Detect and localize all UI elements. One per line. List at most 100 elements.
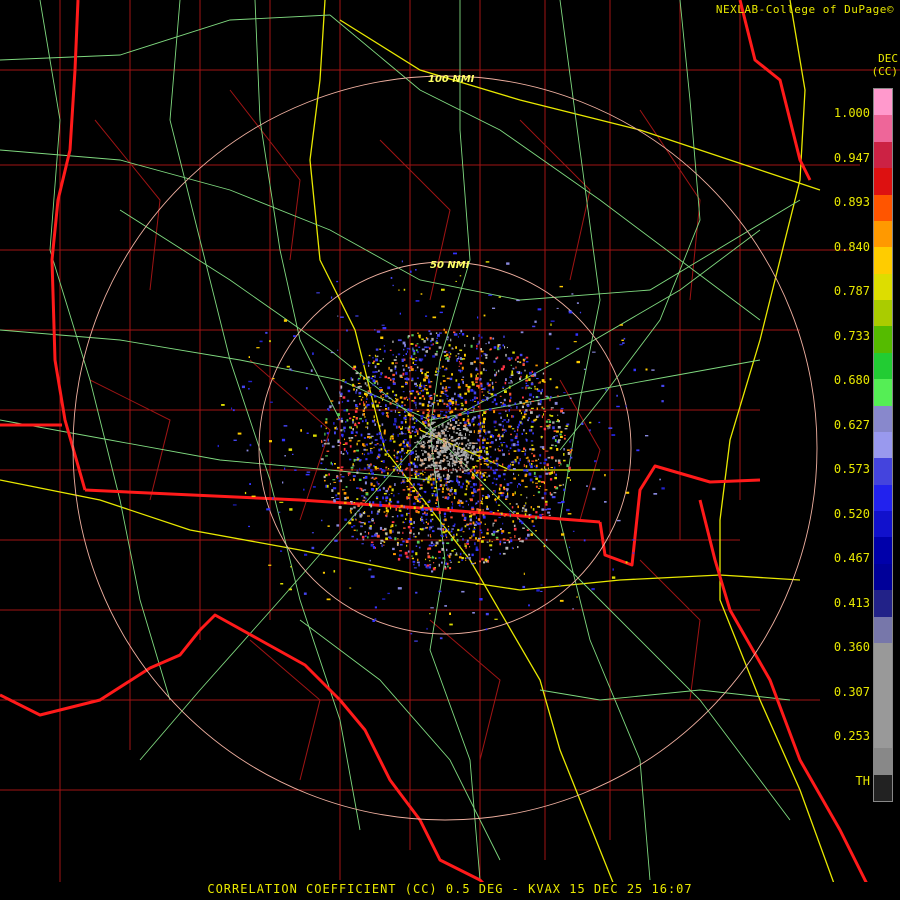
echo-pixel xyxy=(420,415,424,418)
echo-pixel xyxy=(364,531,366,533)
echo-pixel xyxy=(424,354,427,357)
echo-pixel xyxy=(535,459,538,462)
echo-pixel xyxy=(427,547,429,551)
echo-pixel xyxy=(380,448,383,451)
echo-pixel xyxy=(462,506,465,508)
echo-pixel xyxy=(330,400,334,402)
echo-pixel xyxy=(543,545,546,548)
echo-pixel xyxy=(446,548,448,552)
echo-pixel xyxy=(410,343,413,345)
echo-pixel xyxy=(520,331,524,334)
echo-pixel xyxy=(396,515,399,518)
echo-pixel xyxy=(455,469,457,471)
echo-pixel xyxy=(414,471,417,474)
echo-pixel xyxy=(552,421,555,424)
echo-pixel xyxy=(325,484,327,488)
echo-pixel xyxy=(379,501,382,504)
echo-pixel xyxy=(456,533,458,536)
echo-pixel xyxy=(387,487,390,491)
echo-pixel xyxy=(521,510,524,512)
echo-pixel xyxy=(453,496,456,500)
echo-pixel xyxy=(535,477,538,480)
echo-pixel xyxy=(447,481,451,483)
echo-pixel xyxy=(294,469,297,471)
echo-pixel xyxy=(429,564,432,566)
echo-pixel xyxy=(522,527,525,529)
echo-pixel xyxy=(407,526,411,529)
echo-pixel xyxy=(483,436,485,440)
echo-pixel xyxy=(550,456,554,459)
echo-pixel xyxy=(525,361,529,363)
echo-pixel xyxy=(402,440,405,443)
echo-pixel xyxy=(472,513,476,516)
echo-pixel xyxy=(504,381,507,385)
echo-pixel xyxy=(444,369,447,371)
echo-pixel xyxy=(394,466,396,469)
echo-pixel xyxy=(443,432,445,435)
echo-pixel xyxy=(395,355,397,358)
echo-pixel xyxy=(446,356,449,360)
echo-pixel xyxy=(522,396,524,399)
echo-pixel xyxy=(425,388,428,391)
echo-pixel xyxy=(464,344,466,347)
echo-pixel xyxy=(438,417,440,419)
echo-pixel xyxy=(389,402,392,405)
echo-pixel xyxy=(480,421,482,425)
echo-pixel xyxy=(443,328,445,331)
echo-pixel xyxy=(460,402,463,404)
echo-pixel xyxy=(336,524,340,527)
echo-pixel xyxy=(563,437,566,440)
echo-pixel xyxy=(562,483,564,486)
echo-pixel xyxy=(411,334,414,337)
echo-pixel xyxy=(490,466,493,470)
echo-pixel xyxy=(501,512,503,515)
echo-pixel xyxy=(538,403,542,406)
echo-pixel xyxy=(376,498,378,500)
echo-pixel xyxy=(336,477,339,479)
echo-pixel xyxy=(378,409,381,411)
echo-pixel xyxy=(463,458,465,461)
echo-pixel xyxy=(440,534,442,537)
echo-pixel xyxy=(401,385,404,388)
echo-pixel xyxy=(356,449,359,452)
echo-pixel xyxy=(458,483,460,486)
echo-pixel xyxy=(448,358,450,360)
echo-pixel xyxy=(399,465,402,468)
echo-pixel xyxy=(396,406,399,409)
echo-pixel xyxy=(376,443,379,445)
echo-pixel xyxy=(517,517,519,520)
echo-pixel xyxy=(498,516,501,519)
echo-pixel xyxy=(442,380,446,382)
echo-pixel xyxy=(423,480,425,483)
echo-pixel xyxy=(409,392,413,395)
echo-pixel xyxy=(492,307,496,309)
colorbar-swatch xyxy=(874,273,892,300)
echo-pixel xyxy=(524,486,528,488)
echo-pixel xyxy=(408,450,412,452)
echo-pixel xyxy=(483,314,486,317)
echo-pixel xyxy=(394,483,396,486)
echo-pixel xyxy=(543,427,547,431)
echo-pixel xyxy=(502,424,504,428)
echo-pixel xyxy=(405,383,407,385)
echo-pixel xyxy=(435,426,437,428)
echo-pixel xyxy=(522,585,526,589)
echo-pixel xyxy=(492,385,494,389)
echo-pixel xyxy=(475,537,477,540)
echo-pixel xyxy=(461,559,464,561)
echo-pixel xyxy=(451,550,454,552)
echo-pixel xyxy=(482,495,485,497)
echo-pixel xyxy=(397,587,402,590)
echo-pixel xyxy=(467,415,469,418)
echo-pixel xyxy=(382,398,383,401)
echo-pixel xyxy=(337,440,340,443)
colorbar-label: 0.787 xyxy=(833,284,870,298)
echo-pixel xyxy=(531,463,533,465)
echo-pixel xyxy=(474,562,476,564)
echo-pixel xyxy=(535,482,538,484)
echo-pixel xyxy=(430,463,433,467)
echo-pixel xyxy=(371,510,373,514)
echo-pixel xyxy=(502,453,505,456)
echo-pixel xyxy=(392,465,395,467)
echo-pixel xyxy=(368,532,370,535)
